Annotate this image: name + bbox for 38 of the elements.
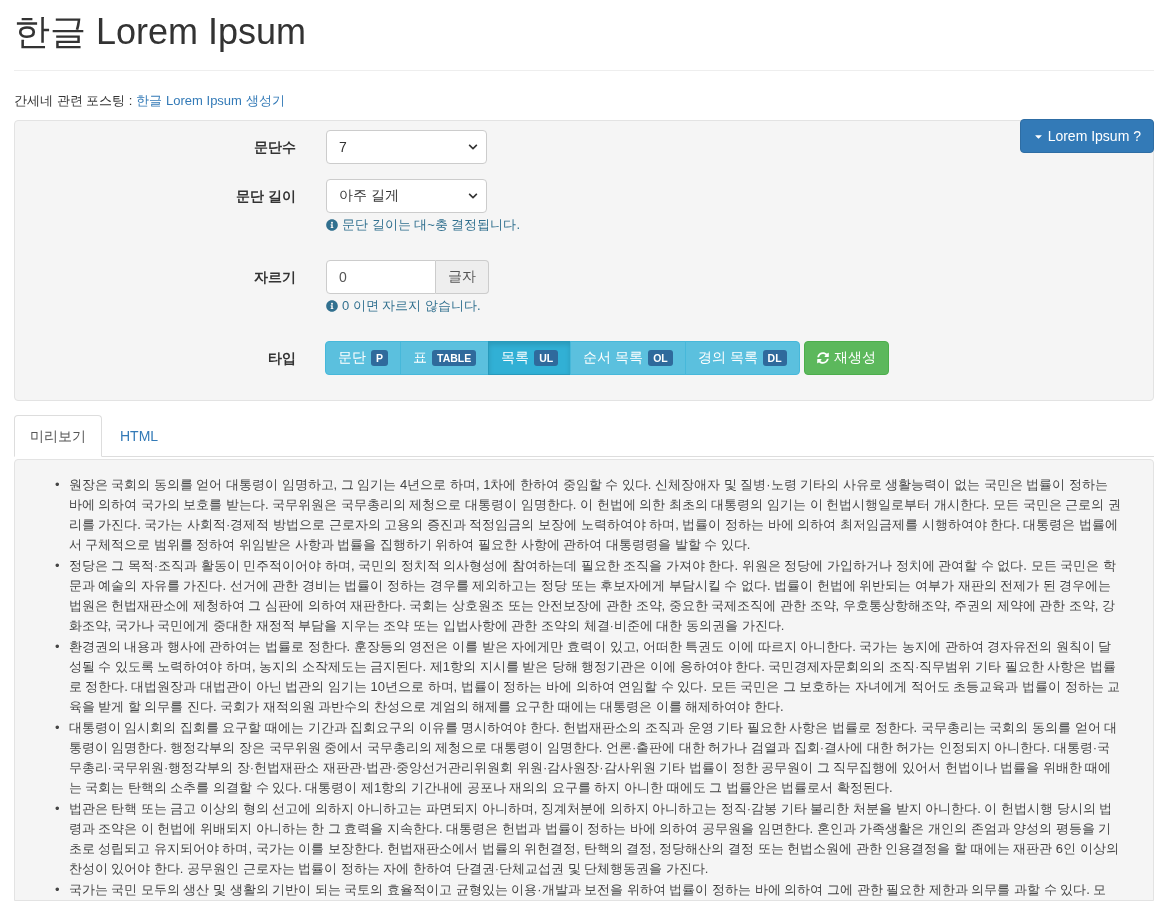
related-label: 간세네 관련 포스팅 : — [14, 92, 133, 110]
input-addon: 글자 — [436, 260, 489, 294]
type-button[interactable]: 경의 목록 DL — [684, 341, 800, 375]
field-label: 자르기 — [253, 268, 296, 287]
list-item: 국가는 국민 모두의 생산 및 생활의 기반이 되는 국토의 효율적이고 균형있는 이용·개발과 보전을 위하여 법률이 정하는 바에 의하여 그에 관한 필요한 제한과 의무를 과할 수 있다. 모 — [68, 881, 1107, 899]
help-text: 0 이면 자르지 않습니다. — [342, 297, 481, 315]
list-item: 대통령이 임시회의 집회를 요구할 때에는 기간과 집회요구의 이유를 명시하여야 한다. 헌법재판소의 조직과 운영 기타 필요한 사항은 법률로 정한다. 국무총리는 국회의 동의를 얻어 대통령이 임명한다. 행정각부의 장은 국무위원 중에서 국무총리의 제청으로 대통령이 임명한다. 언론·출판에 대한 허가나 검열과 집회·결사에 대한 허가는 인정되지 아니한다. 대통령·국무총리·국무위원·행정각부의 장·헌법재판소 재판관·법관·중앙선거관리위원회 위원·감사원장·감사위원 기타 법률이 정한 공무원이 그 직무집행에 있어서 헌법이나 법률을 위배한 때에는 국회는 탄핵의 소추를 의결할 수 있다. 대통령이 제1항의 기간내에 공포나 재의의 요구를 하지 아니한 때에도 그 법률안은 법률로서 확정된다. — [68, 719, 1119, 797]
tab[interactable]: 미리보기 — [14, 415, 102, 457]
lorem-ipsum-button[interactable]: Lorem Ipsum ? — [1019, 119, 1154, 153]
tab[interactable]: HTML — [104, 415, 175, 457]
list-item: 정당은 그 목적·조직과 활동이 민주적이어야 하며, 국민의 정치적 의사형성에 참여하는데 필요한 조직을 가져야 한다. 위원은 정당에 가입하거나 정치에 관여할 수 없다. 모든 국민은 학문과 예술의 자유를 가진다. 선거에 관한 경비는 법률이 정하는 경우를 제외하고는 정당 또는 후보자에게 부담시킬 수 없다. 법률이 헌법에 위반되는 여부가 재판의 전제가 된 경우에는 법원은 헌법재판소에 제청하여 그 심판에 의하여 재판한다. 국회는 상호원조 또는 안전보장에 관한 조약, 중요한 국제조직에 관한 조약, 우호통상항해조약, 주권의 제약에 관한 조약, 강화조약, 국가나 국민에게 중대한 재정적 부담을 지우는 조약 또는 입법사항에 관한 조약의 체결·비준에 대한 동의권을 가진다. — [68, 557, 1117, 635]
list-item: 원장은 국회의 동의를 얻어 대통령이 임명하고, 그 임기는 4년으로 하며, 1차에 한하여 중임할 수 있다. 신체장애자 및 질병·노령 기타의 사유로 생활능력이 없는 국민은 법률이 정하는 바에 의하여 국가의 보호를 받는다. 국무위원은 국무총리의 제청으로 대통령이 임명한다. 이 헌법에 의한 최초의 대통령의 임기는 이 헌법시행일로부터 개시한다. 모든 국민은 근로의 권리를 가진다. 국가는 사회적·경제적 방법으로 근로자의 고용의 증진과 적정임금의 보장에 노력하여야 하며, 법률이 정하는 바에 의하여 최저임금제를 시행하여야 한다. 대통령은 법률에서 구체적으로 범위를 정하여 위임받은 사항과 법률을 집행하기 위하여 필요한 사항에 관하여 대통령령을 발할 수 있다. — [68, 476, 1121, 554]
list-item: 환경권의 내용과 행사에 관하여는 법률로 정한다. 훈장등의 영전은 이를 받은 자에게만 효력이 있고, 어떠한 특권도 이에 따르지 아니한다. 국가는 농지에 관하여 경자유전의 원칙이 달성될 수 있도록 노력하여야 하며, 농지의 소작제도는 금지된다. 제1항의 지시를 받은 당해 행정기관은 이에 응하여야 한다. 국민경제자문회의의 조직·직무범위 기타 필요한 사항은 법률로 정한다. 대법원장과 대법관이 아닌 법관의 임기는 10년으로 하며, 법률이 정하는 바에 의하여 연임할 수 있다. 모든 국민은 그 보호하는 자녀에게 적어도 초등교육과 법률이 정하는 교육을 받게 할 의무를 진다. 국회가 재적의원 과반수의 찬성으로 계엄의 해제를 요구한 때에는 대통령은 이를 해제하여야 한다. — [68, 638, 1121, 716]
field-label: 문단 길이 — [235, 187, 296, 206]
type-button[interactable]: 표 TABLE — [400, 341, 490, 375]
help-text: 문단 길이는 대~충 결정됩니다. — [342, 216, 521, 234]
select-field[interactable]: 아주 길게 — [326, 179, 487, 213]
chevron-icon — [468, 142, 478, 152]
list-item: 법관은 탄핵 또는 금고 이상의 형의 선고에 의하지 아니하고는 파면되지 아니하며, 징계처분에 의하지 아니하고는 정직·감봉 기타 불리한 처분을 받지 아니한다. 이 헌법시행 당시의 법령과 조약은 이 헌법에 위배되지 아니하는 한 그 효력을 지속한다. 대통령은 헌법과 법률이 정하는 바에 의하여 공무원을 임면한다. 혼인과 가족생활은 개인의 존엄과 양성의 평등을 기초로 성립되고 유지되어야 하며, 국가는 이를 보장한다. 헌법재판소에서 법률의 위헌결정, 탄핵의 결정, 정당해산의 결정 또는 헌법소원에 관한 인용결정을 할 때에는 재판관 6인 이상의 찬성이 있어야 한다. 공무원인 근로자는 법률이 정하는 자에 한하여 단결권·단체교섭권 및 단체행동권을 가진다. — [68, 800, 1120, 878]
bullet: • — [55, 638, 60, 656]
bullet: • — [55, 800, 60, 818]
chevron-icon — [468, 191, 478, 201]
page-title: 한글 Lorem Ipsum — [14, 10, 308, 54]
bullet: • — [55, 557, 60, 575]
related-link[interactable]: 한글 Lorem Ipsum 생성기 — [136, 92, 285, 110]
bullet: • — [55, 719, 60, 737]
type-button[interactable]: 문단 P — [325, 341, 401, 375]
field-label: 타입 — [267, 349, 296, 368]
input-field[interactable]: 0 — [326, 260, 436, 294]
bullet: • — [55, 881, 60, 899]
field-label: 문단수 — [253, 138, 296, 157]
info-icon — [326, 219, 338, 231]
type-button[interactable]: 순서 목록 OL — [570, 341, 686, 375]
bullet: • — [55, 476, 60, 494]
type-button[interactable]: 목록 UL — [488, 341, 572, 375]
refresh-icon — [816, 352, 829, 364]
select-field[interactable]: 7 — [326, 130, 487, 164]
info-icon — [326, 300, 338, 312]
